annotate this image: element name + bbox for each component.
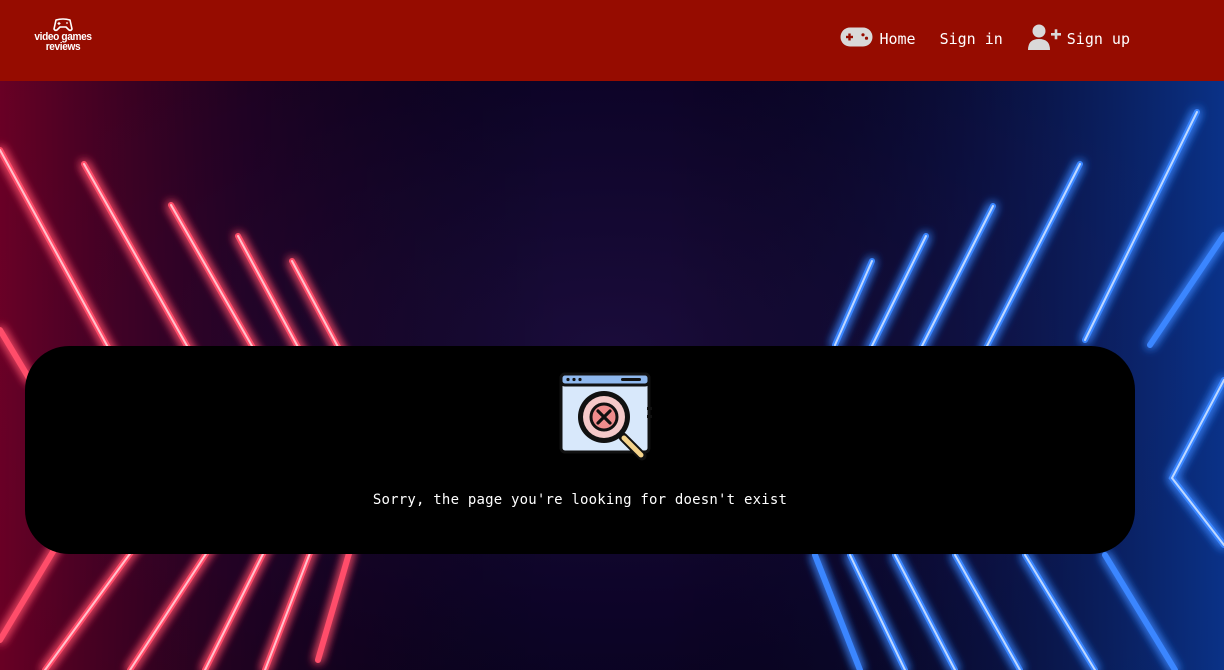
page-not-found-icon — [558, 371, 654, 463]
nav-signin-link[interactable]: Sign in — [940, 30, 1003, 48]
error-card: Sorry, the page you're looking for doesn… — [25, 346, 1135, 554]
user-plus-icon — [1027, 23, 1062, 55]
nav-home-label: Home — [879, 30, 916, 48]
nav-signup-label: Sign up — [1066, 30, 1130, 48]
nav-signin-label: Sign in — [939, 30, 1003, 48]
gamepad-icon — [840, 27, 873, 51]
page: video games reviews Home Sign in Sign up… — [0, 0, 1224, 670]
error-message: Sorry, the page you're looking for doesn… — [372, 492, 788, 508]
gamepad-logo-icon — [53, 18, 73, 32]
nav-signup-link[interactable]: Sign up — [1027, 23, 1130, 55]
logo-text-line2: reviews — [45, 41, 81, 53]
site-header: video games reviews Home Sign in Sign up — [0, 0, 1224, 81]
site-logo[interactable]: video games reviews — [31, 18, 95, 60]
main-nav: Home Sign in Sign up — [840, 22, 1130, 56]
nav-home-link[interactable]: Home — [840, 27, 916, 51]
